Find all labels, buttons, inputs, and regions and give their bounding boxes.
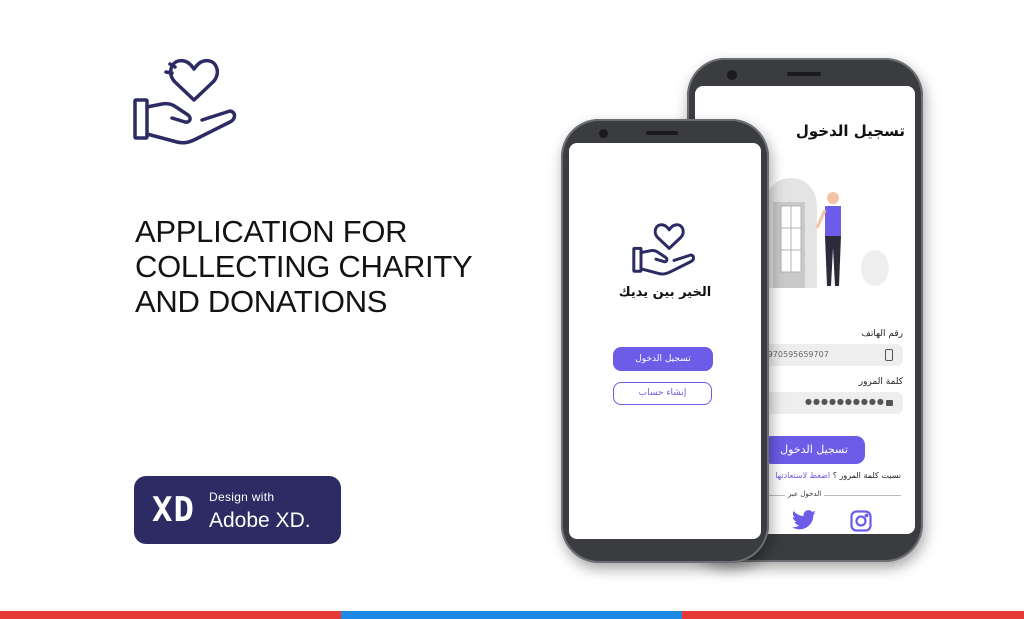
login-submit-button[interactable]: تسجيل الدخول bbox=[763, 436, 865, 464]
adobe-xd-badge: XD Design with Adobe XD. bbox=[134, 476, 341, 544]
login-title: تسجيل الدخول bbox=[795, 122, 905, 140]
charity-hand-heart-icon bbox=[632, 219, 698, 283]
social-label: الدخول عبر bbox=[785, 490, 825, 498]
headline-line3: AND DONATIONS bbox=[135, 284, 388, 319]
camera-icon bbox=[599, 129, 608, 138]
charity-logo-icon bbox=[132, 52, 242, 154]
phone-label: رقم الهاتف bbox=[861, 329, 903, 339]
stripe-red-right bbox=[682, 611, 1024, 619]
phone-value: +970595659707 bbox=[761, 350, 829, 359]
speaker-grille bbox=[646, 131, 678, 135]
xd-big-text: Adobe XD. bbox=[209, 509, 311, 532]
twitter-icon[interactable] bbox=[791, 510, 817, 534]
instagram-icon[interactable] bbox=[850, 510, 872, 534]
speaker-grille bbox=[787, 72, 821, 76]
camera-icon bbox=[727, 70, 737, 80]
door-illustration bbox=[765, 178, 905, 294]
signup-button[interactable]: إنشاء حساب bbox=[613, 382, 712, 405]
splash-screen: الخير بين يديك تسجيل الدخول إنشاء حساب bbox=[569, 143, 761, 539]
stripe-blue bbox=[341, 611, 682, 619]
xd-mark: XD bbox=[152, 490, 195, 530]
password-value: ●●●●●●●●●● bbox=[805, 397, 885, 406]
forgot-password-link[interactable]: اضغط لاستعادتها bbox=[775, 471, 830, 480]
headline-line1: APPLICATION FOR bbox=[135, 214, 408, 249]
forgot-password-text: نسيت كلمة المرور ؟ bbox=[832, 471, 901, 480]
lock-icon bbox=[886, 400, 893, 406]
phone-splash: الخير بين يديك تسجيل الدخول إنشاء حساب bbox=[561, 119, 769, 563]
headline: APPLICATION FOR COLLECTING CHARITY AND D… bbox=[135, 214, 473, 319]
stripe-red-left bbox=[0, 611, 341, 619]
app-name: الخير بين يديك bbox=[618, 285, 712, 300]
splash-login-button[interactable]: تسجيل الدخول bbox=[613, 347, 713, 371]
phone-icon bbox=[885, 349, 893, 361]
password-label: كلمة المرور bbox=[858, 377, 903, 387]
headline-line2: COLLECTING CHARITY bbox=[135, 249, 473, 284]
xd-small-text: Design with bbox=[209, 490, 275, 504]
forgot-password-row: نسيت كلمة المرور ؟ اضغط لاستعادتها bbox=[775, 471, 901, 480]
